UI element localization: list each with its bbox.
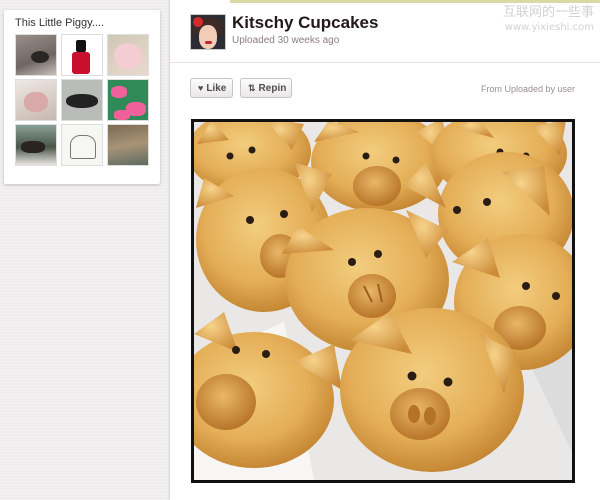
board-thumbnail[interactable]: [107, 34, 149, 76]
pig-bread-photo: [194, 122, 572, 480]
board-thumbnail[interactable]: [15, 34, 57, 76]
repin-label: Repin: [258, 82, 287, 94]
pin-panel: Kitschy Cupcakes Uploaded 30 weeks ago 互…: [170, 0, 600, 500]
watermark-url: www.yixieshi.com: [504, 22, 594, 33]
like-label: Like: [206, 82, 227, 94]
user-avatar[interactable]: [190, 14, 226, 50]
heart-icon: ♥: [198, 83, 204, 93]
board-thumbnail[interactable]: [15, 124, 57, 166]
board-thumbnail[interactable]: [15, 79, 57, 121]
board-thumbnail[interactable]: [107, 79, 149, 121]
repin-button[interactable]: ⇅ Repin: [240, 78, 292, 98]
board-thumbnail[interactable]: [61, 34, 103, 76]
board-thumbnail[interactable]: [61, 124, 103, 166]
pin-image[interactable]: [191, 119, 575, 483]
flower-icon: [193, 17, 203, 27]
pin-source[interactable]: From Uploaded by user: [481, 84, 575, 94]
board-thumbnail[interactable]: [61, 79, 103, 121]
board-title[interactable]: This Little Piggy....: [15, 17, 104, 29]
header-divider: [170, 62, 600, 63]
like-button[interactable]: ♥ Like: [190, 78, 233, 98]
pin-icon: ⇅: [248, 82, 256, 93]
upload-timestamp: Uploaded 30 weeks ago: [232, 35, 340, 46]
site-watermark: 互联网的一些事 www.yixieshi.com: [503, 5, 594, 35]
panel-top-border: [230, 0, 600, 3]
board-thumbnails: [15, 34, 149, 166]
board-thumbnail[interactable]: [107, 124, 149, 166]
watermark-text: 互联网的一些事: [502, 5, 594, 20]
pin-title[interactable]: Kitschy Cupcakes: [232, 13, 378, 33]
board-card[interactable]: This Little Piggy....: [4, 10, 160, 184]
